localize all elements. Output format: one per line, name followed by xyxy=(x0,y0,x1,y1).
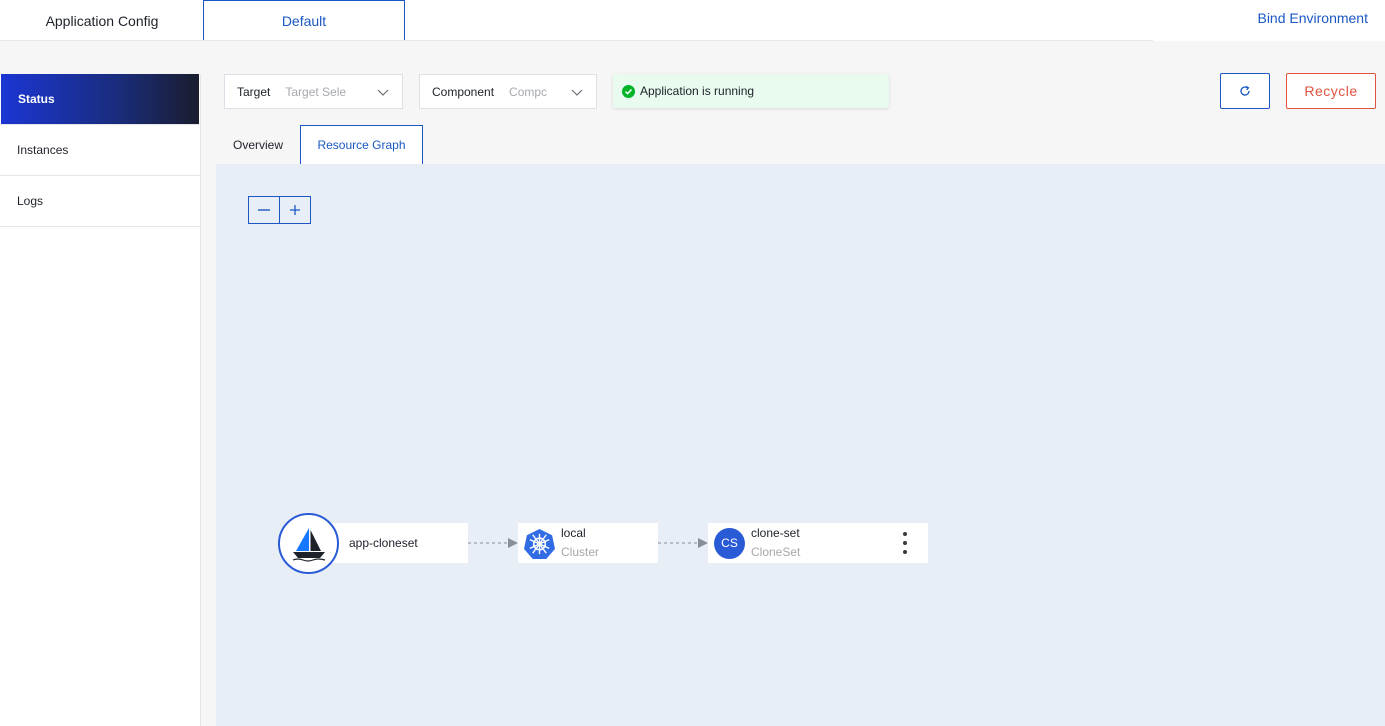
app-node-card[interactable]: app-cloneset xyxy=(326,523,557,563)
kubernetes-icon xyxy=(524,528,555,559)
chevron-down-icon xyxy=(377,89,389,96)
component-select[interactable]: Component Compc xyxy=(419,74,597,109)
chevron-down-icon xyxy=(571,89,583,96)
status-message-text: Application is running xyxy=(640,84,755,98)
cloneset-badge: CS xyxy=(714,527,745,559)
target-select-placeholder: Target Sele xyxy=(285,84,347,99)
target-select[interactable]: Target Target Sele xyxy=(224,74,403,109)
check-circle-icon xyxy=(622,84,635,98)
cluster-node-type: Cluster xyxy=(561,545,600,559)
sidebar-item-status[interactable]: Status xyxy=(1,74,199,125)
component-select-label: Component xyxy=(432,84,495,99)
sidebar: Status Instances Logs xyxy=(0,74,201,726)
top-tab-bar: Application Config Default Bind Environm… xyxy=(0,0,1385,41)
graph-edges xyxy=(468,538,708,548)
tab-default-environment[interactable]: Default xyxy=(203,0,405,40)
target-select-label: Target xyxy=(237,84,271,99)
cloneset-node[interactable]: CS clone-set CloneSet xyxy=(708,523,928,563)
tab-application-config[interactable]: Application Config xyxy=(2,0,202,41)
status-message: Application is running xyxy=(613,74,889,108)
bind-environment-link[interactable]: Bind Environment xyxy=(1257,10,1368,26)
sailboat-icon xyxy=(278,513,339,574)
edge-cluster-to-cloneset xyxy=(658,538,708,548)
cloneset-node-name: clone-set xyxy=(751,526,800,540)
resource-graph-canvas[interactable]: app-cloneset local Cluster CS clone-set … xyxy=(216,164,1385,726)
app-node-name: app-cloneset xyxy=(349,536,418,550)
cluster-node[interactable]: local Cluster xyxy=(518,523,658,563)
cloneset-node-type: CloneSet xyxy=(751,545,801,559)
cluster-node-name: local xyxy=(561,526,586,540)
more-vertical-icon[interactable] xyxy=(902,532,908,554)
sidebar-item-instances[interactable]: Instances xyxy=(0,125,200,176)
refresh-button[interactable] xyxy=(1220,73,1270,109)
recycle-button[interactable]: Recycle xyxy=(1286,73,1376,109)
edge-app-to-cluster xyxy=(468,538,518,548)
tab-overview[interactable]: Overview xyxy=(216,125,300,164)
refresh-icon xyxy=(1240,85,1250,96)
component-select-placeholder: Compc xyxy=(509,84,548,99)
sidebar-item-logs[interactable]: Logs xyxy=(0,176,200,227)
tab-resource-graph[interactable]: Resource Graph xyxy=(300,125,423,164)
